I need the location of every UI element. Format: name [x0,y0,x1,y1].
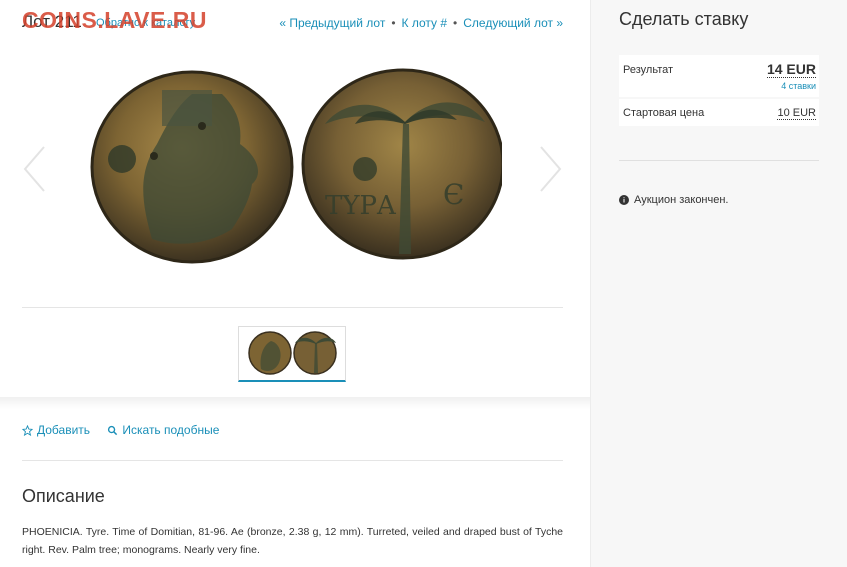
result-row: Результат 14 EUR 4 ставки [619,55,819,97]
nav-separator: • [391,16,396,30]
add-to-watchlist-label: Добавить [37,423,91,437]
chevron-right-icon[interactable] [537,144,563,194]
bid-panel-title: Сделать ставку [619,9,749,29]
add-to-watchlist-button[interactable]: Добавить [22,423,90,437]
svg-text:ΤΥΡΑ: ΤΥΡΑ [325,191,397,221]
star-outline-icon [22,424,33,436]
lot-main: Лот 211 Обратно к каталогу COINS.LAVE.RU… [0,0,590,567]
bids-count-link[interactable]: 4 ставки [781,81,816,91]
section-separator [0,397,590,409]
result-value[interactable]: 14 EUR [766,61,816,78]
reverse-coin: ΤΥΡΑ Є [301,68,502,260]
result-label: Результат [623,64,674,76]
divider [22,307,563,308]
next-lot-link[interactable]: Следующий лот » [463,16,563,30]
info-circle-icon [619,195,629,205]
nav-separator: • [453,16,458,30]
divider [22,460,563,461]
watermark: COINS.LAVE.RU [22,7,207,33]
chevron-left-icon[interactable] [22,144,48,194]
magnifier-icon [108,425,118,435]
description-text: PHOENICIA. Tyre. Time of Domitian, 81-96… [22,526,563,556]
goto-lot-link[interactable]: К лоту # [402,16,448,30]
divider [619,160,819,161]
auction-status-text: Аукцион закончен. [634,194,729,206]
search-similar-label: Искать подобные [122,423,220,437]
start-price-label: Стартовая цена [623,107,705,119]
start-price-row: Стартовая цена 10 EUR [619,99,819,126]
lot-navigation: « Предыдущий лот • К лоту # • Следующий лот … [279,16,563,30]
description-heading: Описание [22,486,105,506]
lot-header: Лот 211 Обратно к каталогу COINS.LAVE.RU… [22,7,563,34]
start-price-value[interactable]: 10 EUR [777,107,816,120]
image-thumbnail[interactable] [238,326,346,382]
image-viewer: ΤΥΡΑ Є [22,50,563,306]
auction-status: Аукцион закончен. [619,194,729,206]
bid-panel: Сделать ставку Результат 14 EUR 4 ставки… [590,0,847,567]
search-similar-button[interactable]: Искать подобные [107,423,219,437]
obverse-coin [90,70,294,264]
svg-text:Є: Є [443,178,464,211]
coin-photo: ΤΥΡΑ Є [90,68,502,264]
thumbnail-image [248,331,337,375]
lot-actions: Добавить Искать подобные [22,423,233,439]
prev-lot-link[interactable]: « Предыдущий лот [279,16,385,30]
